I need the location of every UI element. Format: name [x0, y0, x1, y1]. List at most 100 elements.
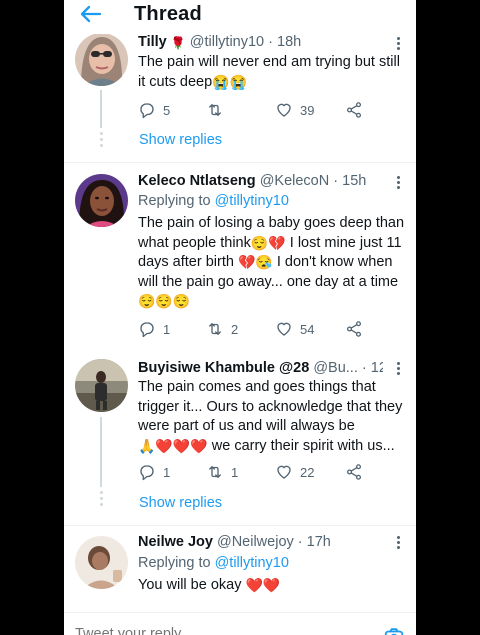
more-vertical-icon[interactable] [393, 176, 403, 192]
handle[interactable]: @tillytiny10 [190, 34, 264, 50]
crying-emoji: 😭😭 [212, 73, 248, 90]
like-button[interactable]: 22 [275, 461, 314, 483]
display-name[interactable]: Buyisiwe Khambule @28 [138, 360, 309, 376]
thread-continuation-dots [97, 132, 105, 150]
tweet-header: Neilwe Joy @Neilwejoy · 17h [138, 534, 383, 550]
display-name[interactable]: Keleco Ntlatseng [138, 173, 256, 189]
separator-dot: · [333, 173, 339, 189]
red-hearts-emoji: ❤️❤️ [245, 577, 281, 593]
replying-to-prefix: Replying to [138, 193, 211, 209]
tweet-header: Keleco Ntlatseng @KelecoN · 15h [138, 173, 383, 189]
replying-to-prefix: Replying to [138, 555, 211, 571]
handle[interactable]: @KelecoN [260, 173, 330, 189]
tweet-actions: 5 39 [138, 99, 378, 121]
share-button[interactable] [345, 99, 363, 121]
timestamp: 12h [370, 360, 383, 376]
share-icon [346, 321, 362, 337]
handle[interactable]: @Neilwejoy [217, 534, 294, 550]
avatar[interactable] [75, 33, 128, 86]
reply-count: 5 [163, 102, 171, 118]
separator-dot: · [297, 534, 303, 550]
tweet-header: Tilly 🌹 @tillytiny10 · 18h [138, 34, 383, 50]
more-vertical-icon[interactable] [393, 37, 403, 53]
timestamp: 18h [277, 34, 302, 50]
reply-input[interactable] [75, 626, 335, 635]
timestamp: 15h [342, 173, 367, 189]
thread-continuation-dots [97, 491, 105, 509]
tweet-text: The pain comes and goes things that trig… [138, 378, 410, 456]
handle[interactable]: @Bu... [313, 360, 358, 376]
like-button[interactable]: 54 [275, 318, 314, 340]
tweet-text-body: The pain will never end am trying but st… [138, 54, 400, 90]
page-title: Thread [134, 3, 202, 25]
like-count: 39 [300, 102, 315, 118]
timestamp: 17h [306, 534, 331, 550]
tweet-buyisiwe[interactable]: Buyisiwe Khambule @28 @Bu... · 12h The p… [64, 351, 416, 521]
retweet-button[interactable] [206, 99, 231, 121]
tweet-actions: 1 1 22 [138, 461, 378, 483]
display-name[interactable]: Neilwe Joy [138, 534, 213, 550]
like-button[interactable]: 39 [275, 99, 314, 121]
like-count: 22 [300, 464, 315, 480]
reply-icon [140, 103, 154, 119]
tweet-text-part: we carry their spirit with us... [207, 437, 395, 454]
camera-icon[interactable] [383, 626, 405, 635]
tweet-text: The pain will never end am trying but st… [138, 53, 410, 92]
heart-icon [277, 103, 291, 117]
like-count: 54 [300, 321, 315, 337]
retweet-icon [209, 104, 221, 116]
reply-count: 1 [163, 321, 171, 337]
relieved-broken-heart-emoji: 😌💔 [250, 234, 286, 251]
thread-line [100, 417, 102, 487]
avatar[interactable] [75, 174, 128, 227]
replying-to-handle[interactable]: @tillytiny10 [215, 555, 289, 571]
separator-dot: · [268, 34, 273, 50]
tweet-keleco[interactable]: Keleco Ntlatseng @KelecoN · 15h Replying… [64, 163, 416, 343]
retweet-button[interactable]: 1 [206, 461, 238, 483]
tweet-neilwe[interactable]: Neilwe Joy @Neilwejoy · 17h Replying to … [64, 526, 416, 616]
replying-to: Replying to @tillytiny10 [138, 193, 289, 209]
reply-icon [140, 465, 154, 481]
retweet-button[interactable]: 2 [206, 318, 238, 340]
pray-hearts-emoji: 🙏❤️❤️❤️ [138, 437, 208, 454]
retweet-count: 2 [231, 321, 239, 337]
tweet-header: Buyisiwe Khambule @28 @Bu... · 12h [138, 360, 383, 376]
replying-to: Replying to @tillytiny10 [138, 555, 289, 571]
more-vertical-icon[interactable] [393, 536, 403, 552]
show-replies-link[interactable]: Show replies [139, 495, 222, 511]
tweet-tilly[interactable]: Tilly 🌹 @tillytiny10 · 18h The pain will… [64, 33, 416, 162]
show-replies-link[interactable]: Show replies [139, 132, 222, 148]
heart-icon [277, 322, 291, 336]
rose-emoji: 🌹 [170, 36, 186, 50]
retweet-icon [209, 323, 221, 335]
avatar[interactable] [75, 536, 128, 589]
reply-composer [64, 612, 416, 635]
heart-icon [277, 465, 291, 479]
reply-button[interactable]: 1 [138, 318, 170, 340]
replying-to-handle[interactable]: @tillytiny10 [215, 193, 289, 209]
share-button[interactable] [345, 318, 363, 340]
reply-button[interactable]: 1 [138, 461, 170, 483]
more-vertical-icon[interactable] [393, 362, 403, 378]
tweet-text-body: You will be okay [138, 577, 242, 593]
retweet-count: 1 [231, 464, 239, 480]
tweet-actions: 1 2 54 [138, 318, 378, 340]
tweet-text-part: The pain comes and goes things that trig… [138, 379, 403, 434]
phone-screen: Thread Tilly 🌹 @tillytiny10 · 18h The pa… [64, 0, 416, 635]
broken-heart-sleepy-emoji: 💔😪 [237, 254, 273, 270]
reply-icon [140, 322, 154, 338]
separator-dot: · [361, 360, 367, 376]
share-button[interactable] [345, 461, 363, 483]
display-name[interactable]: Tilly [138, 34, 167, 50]
back-arrow-icon[interactable] [78, 2, 104, 26]
share-icon [346, 102, 362, 118]
top-bar: Thread [64, 0, 416, 34]
avatar[interactable] [75, 359, 128, 412]
retweet-icon [209, 466, 221, 478]
tweet-text: You will be okay ❤️❤️ [138, 576, 410, 596]
thread-line [100, 90, 102, 128]
tweet-text: The pain of losing a baby goes deep than… [138, 214, 410, 312]
reply-button[interactable]: 5 [138, 99, 170, 121]
relieved-emoji: 😌😌😌 [138, 293, 191, 309]
share-icon [346, 464, 362, 480]
